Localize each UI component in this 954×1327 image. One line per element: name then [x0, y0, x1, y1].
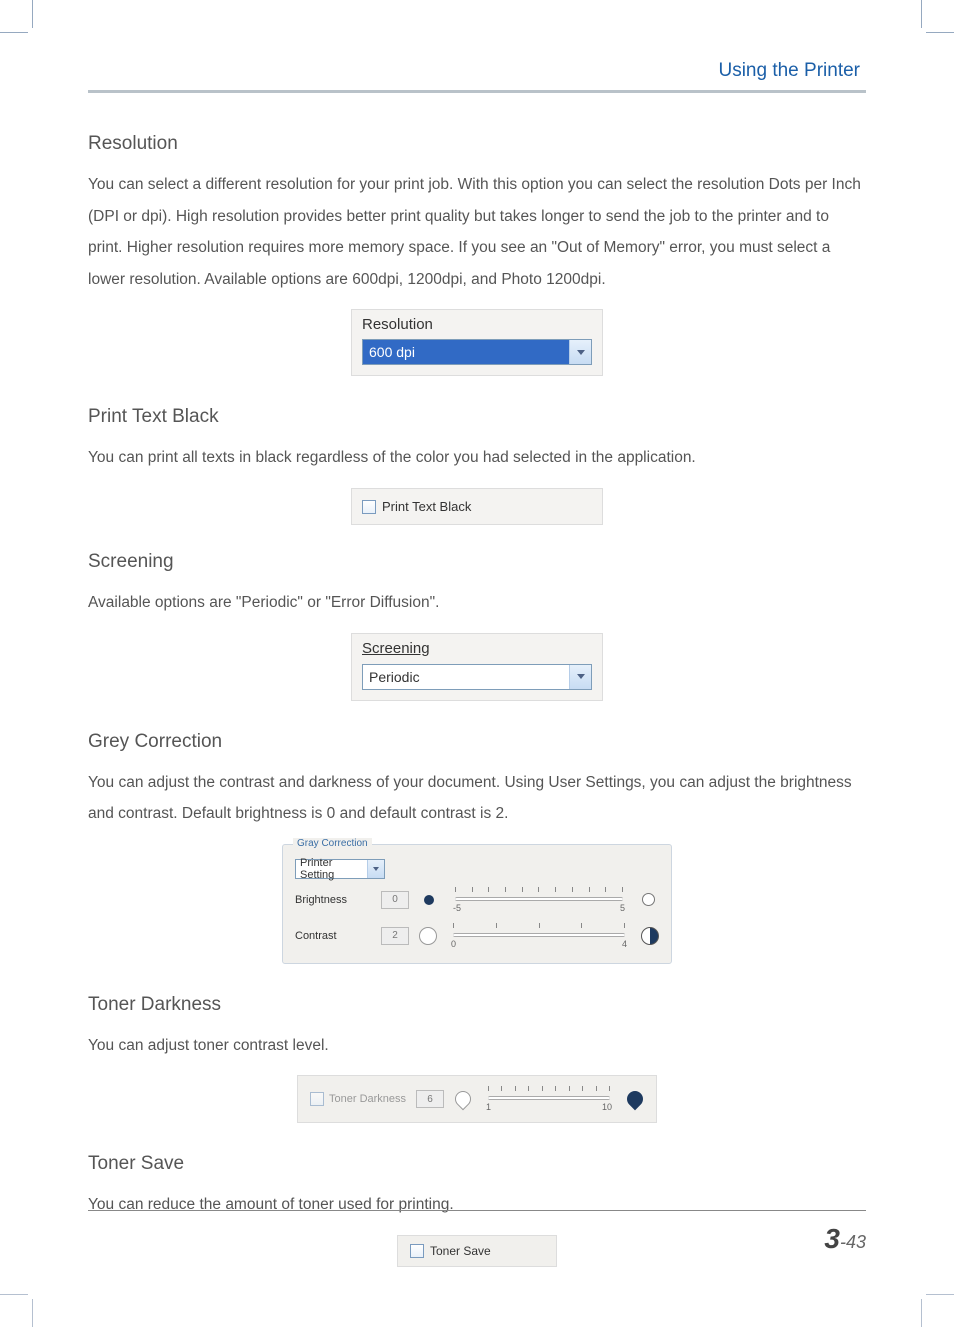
resolution-control: Resolution 600 dpi: [351, 309, 603, 376]
page-number: 3-43: [88, 1223, 866, 1255]
contrast-slider[interactable]: 0 4: [447, 921, 631, 951]
brightness-value: 0: [381, 891, 409, 909]
crop-mark: [0, 1294, 28, 1295]
section-title-ts: Toner Save: [88, 1153, 866, 1175]
td-checkbox[interactable]: [310, 1092, 324, 1106]
grey-mode-dropdown[interactable]: Printer Setting: [295, 859, 385, 879]
crop-mark: [921, 0, 922, 28]
section-title-screening: Screening: [88, 551, 866, 573]
contrast-low: 0: [451, 939, 456, 949]
sun-bright-icon: [639, 890, 659, 910]
resolution-dd-label: Resolution: [362, 316, 592, 333]
brightness-low: -5: [453, 903, 461, 913]
footer-rule: [88, 1210, 866, 1211]
contrast-label: Contrast: [295, 930, 371, 942]
chevron-down-icon[interactable]: [569, 665, 591, 689]
section-title-td: Toner Darkness: [88, 994, 866, 1016]
brightness-slider[interactable]: -5 5: [449, 885, 629, 915]
screening-dd-label: Screening: [362, 640, 592, 657]
crop-mark: [921, 1299, 922, 1327]
screening-dd-value: Periodic: [363, 665, 569, 689]
crop-mark: [32, 0, 33, 28]
header-breadcrumb: Using the Printer: [88, 60, 866, 82]
drop-filled-icon: [626, 1088, 644, 1110]
drop-empty-icon: [454, 1088, 472, 1110]
section-title-grey: Grey Correction: [88, 731, 866, 753]
crop-mark: [0, 32, 28, 33]
resolution-dropdown[interactable]: 600 dpi: [362, 339, 592, 365]
td-value: 6: [416, 1090, 444, 1108]
page-footer: 3-43: [88, 1210, 866, 1255]
td-body: You can adjust toner contrast level.: [88, 1030, 866, 1062]
td-low: 1: [486, 1102, 491, 1112]
td-slider[interactable]: 1 10: [482, 1084, 616, 1114]
td-checkbox-label: Toner Darkness: [329, 1093, 406, 1105]
header-rule: [88, 90, 866, 93]
toner-darkness-panel: Toner Darkness 6 1 10: [297, 1075, 657, 1123]
contrast-high: 4: [622, 939, 627, 949]
crop-mark: [926, 32, 954, 33]
page-content: Using the Printer Resolution You can sel…: [88, 60, 866, 1267]
grey-correction-panel: Gray Correction Printer Setting Brightne…: [282, 844, 672, 964]
sun-dim-icon: [419, 890, 439, 910]
resolution-dd-value: 600 dpi: [363, 340, 569, 364]
ptb-checkbox[interactable]: [362, 500, 376, 514]
grey-dd-value: Printer Setting: [296, 860, 367, 878]
crop-mark: [926, 1294, 954, 1295]
brightness-label: Brightness: [295, 894, 371, 906]
contrast-low-icon: [419, 927, 437, 945]
screening-dropdown[interactable]: Periodic: [362, 664, 592, 690]
screening-control: Screening Periodic: [351, 633, 603, 701]
brightness-high: 5: [620, 903, 625, 913]
resolution-body: You can select a different resolution fo…: [88, 169, 866, 295]
screening-body: Available options are "Periodic" or "Err…: [88, 587, 866, 619]
ptb-body: You can print all texts in black regardl…: [88, 442, 866, 474]
contrast-high-icon: [641, 927, 659, 945]
td-high: 10: [602, 1102, 612, 1112]
grey-legend: Gray Correction: [293, 838, 372, 849]
ptb-control: Print Text Black: [351, 488, 603, 525]
section-title-ptb: Print Text Black: [88, 406, 866, 428]
ptb-checkbox-label: Print Text Black: [382, 499, 471, 514]
contrast-value: 2: [381, 927, 409, 945]
grey-body: You can adjust the contrast and darkness…: [88, 767, 866, 830]
chevron-down-icon[interactable]: [569, 340, 591, 364]
crop-mark: [32, 1299, 33, 1327]
chevron-down-icon[interactable]: [367, 860, 384, 878]
section-title-resolution: Resolution: [88, 133, 866, 155]
